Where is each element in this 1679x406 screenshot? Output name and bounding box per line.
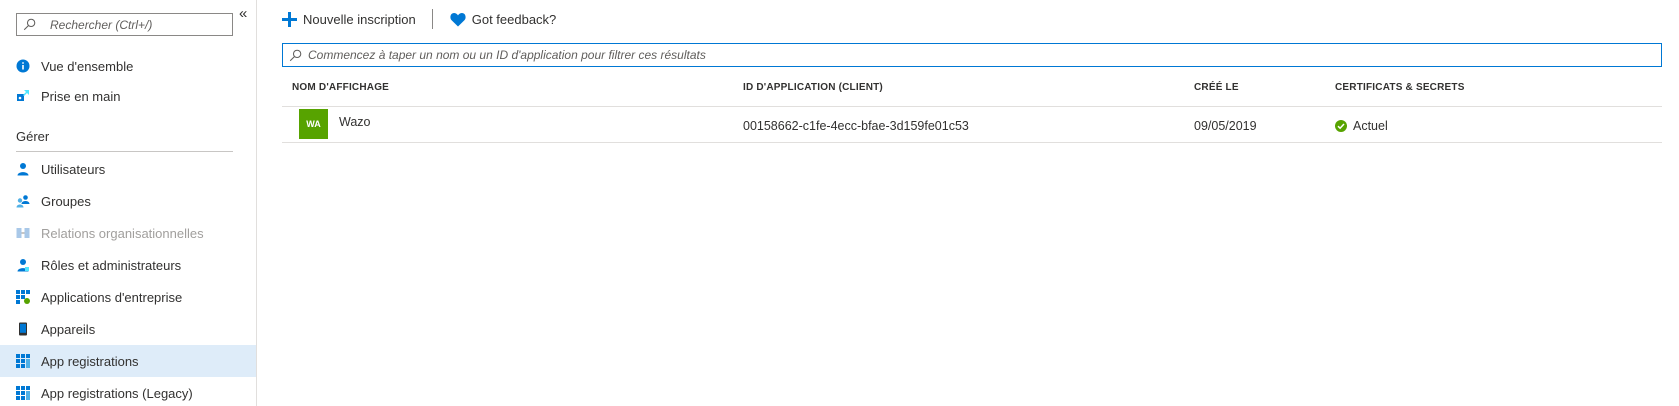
app-registrations-icon	[16, 354, 30, 368]
quickstart-icon	[16, 89, 30, 103]
sidebar-item-groups[interactable]: Groupes	[0, 185, 256, 217]
sidebar-item-label: Prise en main	[41, 88, 121, 104]
new-registration-label: Nouvelle inscription	[303, 11, 416, 27]
sidebar-item-users[interactable]: Utilisateurs	[0, 153, 256, 185]
check-circle-icon	[1335, 120, 1347, 132]
certificate-status-cell: Actuel	[1335, 119, 1388, 133]
table-header: NOM D'AFFICHAGE ID D'APPLICATION (CLIENT…	[282, 76, 1662, 107]
sidebar-item-quickstart[interactable]: Prise en main	[0, 80, 256, 112]
command-bar: Nouvelle inscription Got feedback?	[258, 0, 1679, 38]
app-registrations-table: NOM D'AFFICHAGE ID D'APPLICATION (CLIENT…	[282, 76, 1662, 143]
sidebar-item-label: Rôles et administrateurs	[41, 257, 182, 273]
sidebar-item-label: Utilisateurs	[41, 161, 106, 177]
feedback-label: Got feedback?	[471, 11, 557, 27]
user-icon	[16, 162, 30, 176]
section-label-manage: Gérer	[16, 129, 50, 144]
sidebar-item-label: App registrations	[41, 353, 139, 369]
sidebar-item-label: Relations organisationnelles	[41, 225, 204, 241]
sidebar-item-app-registrations-legacy[interactable]: App registrations (Legacy)	[0, 377, 256, 406]
sidebar-item-label: App registrations (Legacy)	[41, 385, 193, 401]
filter-box[interactable]	[282, 43, 1662, 67]
info-icon	[16, 59, 30, 73]
column-header-display-name[interactable]: NOM D'AFFICHAGE	[292, 82, 389, 93]
sidebar-item-overview[interactable]: Vue d'ensemble	[0, 50, 256, 82]
heart-icon	[450, 12, 466, 26]
column-header-certificates[interactable]: CERTIFICATS & SECRETS	[1335, 82, 1465, 93]
sidebar-search-box[interactable]	[16, 13, 233, 36]
sidebar: « Vue d'ensemble Prise en main Gérer Uti…	[0, 0, 257, 406]
sidebar-search-input[interactable]	[50, 17, 230, 32]
sidebar-item-label: Groupes	[41, 193, 91, 209]
toolbar-separator	[431, 9, 433, 29]
app-name-link[interactable]: Wazo	[339, 115, 371, 129]
section-divider	[16, 151, 233, 152]
device-icon	[16, 322, 30, 336]
main-content: Nouvelle inscription Got feedback? NOM D…	[258, 0, 1679, 406]
collapse-sidebar-button[interactable]: «	[239, 5, 247, 22]
sidebar-item-roles[interactable]: Rôles et administrateurs	[0, 249, 256, 281]
enterprise-apps-icon	[16, 290, 30, 304]
filter-input[interactable]	[308, 48, 1648, 62]
sidebar-item-label: Vue d'ensemble	[41, 58, 134, 74]
app-id-cell: 00158662-c1fe-4ecc-bfae-3d159fe01c53	[743, 119, 969, 133]
table-row[interactable]: WA Wazo 00158662-c1fe-4ecc-bfae-3d159fe0…	[282, 107, 1662, 143]
roles-icon	[16, 258, 30, 272]
sidebar-item-devices[interactable]: Appareils	[0, 313, 256, 345]
search-icon	[23, 18, 36, 31]
plus-icon	[282, 11, 297, 27]
search-icon	[289, 49, 302, 61]
sidebar-item-label: Applications d'entreprise	[41, 289, 183, 305]
group-icon	[16, 194, 30, 208]
column-header-app-id[interactable]: ID D'APPLICATION (CLIENT)	[743, 82, 883, 93]
sidebar-item-label: Appareils	[41, 321, 96, 337]
status-label: Actuel	[1353, 119, 1388, 133]
sidebar-item-enterprise-apps[interactable]: Applications d'entreprise	[0, 281, 256, 313]
org-relations-icon	[16, 226, 30, 240]
sidebar-item-org-relations[interactable]: Relations organisationnelles	[0, 217, 256, 249]
app-avatar: WA	[299, 109, 328, 139]
column-header-created[interactable]: CRÉÉ LE	[1194, 82, 1239, 93]
app-registrations-legacy-icon	[16, 386, 30, 400]
new-registration-button[interactable]: Nouvelle inscription	[282, 0, 416, 38]
sidebar-item-app-registrations[interactable]: App registrations	[0, 345, 256, 377]
app-window: « Vue d'ensemble Prise en main Gérer Uti…	[0, 0, 1679, 406]
created-date-cell: 09/05/2019	[1194, 119, 1257, 133]
feedback-button[interactable]: Got feedback?	[450, 0, 557, 38]
